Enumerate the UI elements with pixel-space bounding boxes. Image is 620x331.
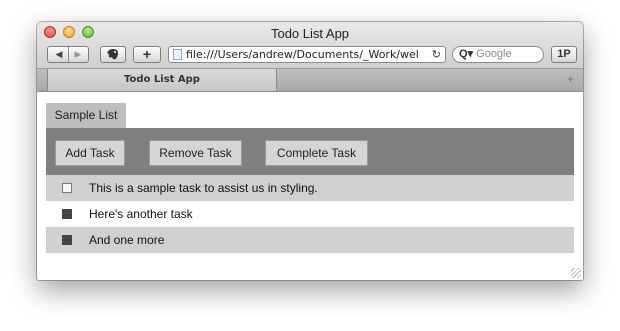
task-toolbar: Add Task Remove Task Complete Task <box>46 128 574 175</box>
window-title: Todo List App <box>270 26 350 41</box>
address-bar[interactable]: file:///Users/andrew/Documents/_Work/wel… <box>168 46 446 63</box>
resize-grip-icon[interactable] <box>571 268 581 278</box>
task-checkbox[interactable] <box>62 235 72 245</box>
back-button[interactable]: ◀ <box>51 47 67 62</box>
tab-strip: Todo List App + <box>37 69 583 92</box>
task-row[interactable]: And one more <box>46 227 574 253</box>
complete-task-button[interactable]: Complete Task <box>265 140 368 166</box>
remove-task-button[interactable]: Remove Task <box>149 140 242 166</box>
task-checkbox[interactable] <box>62 209 72 219</box>
search-icon: Q▾ <box>459 48 474 60</box>
back-forward-control: ◀ ▶ <box>47 46 89 63</box>
task-checkbox[interactable] <box>62 183 72 193</box>
address-text: file:///Users/andrew/Documents/_Work/wel <box>186 48 419 61</box>
search-placeholder: Google <box>476 48 512 60</box>
forward-button[interactable]: ▶ <box>70 47 86 62</box>
task-text: Here's another task <box>89 207 193 221</box>
search-field[interactable]: Q▾ Google <box>452 46 544 63</box>
window-chrome: Todo List App ◀ ▶ + file:///Users/andrew… <box>37 22 583 69</box>
task-row[interactable]: Here's another task <box>46 201 574 227</box>
task-text: And one more <box>89 233 165 247</box>
add-task-button[interactable]: Add Task <box>55 140 125 166</box>
reload-icon[interactable]: ↻ <box>429 47 441 62</box>
evernote-button[interactable] <box>100 46 126 63</box>
password-manager-button[interactable]: 1P <box>551 46 577 63</box>
add-bookmark-button[interactable]: + <box>133 46 161 63</box>
task-row[interactable]: This is a sample task to assist us in st… <box>46 175 574 201</box>
page-icon <box>173 49 182 60</box>
list-tab-sample-list[interactable]: Sample List <box>46 103 126 128</box>
task-list: This is a sample task to assist us in st… <box>46 175 574 253</box>
elephant-icon <box>107 49 118 60</box>
browser-window: Todo List App ◀ ▶ + file:///Users/andrew… <box>37 22 583 280</box>
task-text: This is a sample task to assist us in st… <box>89 181 318 195</box>
tab-todo-list-app[interactable]: Todo List App <box>47 69 277 91</box>
new-tab-button[interactable]: + <box>567 72 574 86</box>
